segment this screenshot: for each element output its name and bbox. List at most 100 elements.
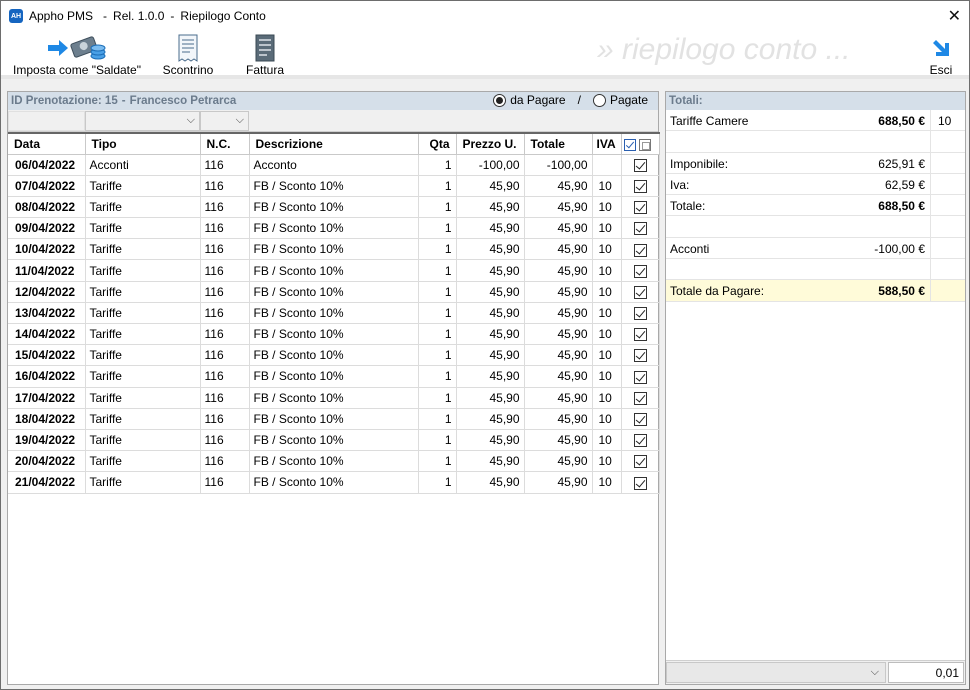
- table-row[interactable]: 12/04/2022 Tariffe 116 FB / Sconto 10% 1 45,9…: [8, 281, 660, 303]
- radio-pagate[interactable]: [592, 93, 606, 107]
- cell-tipo: Tariffe: [85, 450, 201, 473]
- cell-prezzo: 45,90: [456, 344, 525, 367]
- radio-da-pagare-label[interactable]: da Pagare: [510, 93, 565, 107]
- cell-qta: 1: [418, 323, 457, 346]
- radio-da-pagare[interactable]: [493, 93, 507, 107]
- col-prezzo[interactable]: Prezzo U.: [456, 132, 525, 155]
- row-checkbox[interactable]: [633, 285, 647, 299]
- title-bar: AH Appho PMS - Rel. 1.0.0 - Riepilogo Co…: [1, 1, 969, 31]
- fattura-button[interactable]: Fattura: [241, 31, 289, 79]
- row-checkbox[interactable]: [633, 158, 647, 172]
- cell-nc: 116: [200, 387, 250, 409]
- table-row[interactable]: 09/04/2022 Tariffe 116 FB / Sconto 10% 1 45,9…: [8, 217, 660, 240]
- table-row[interactable]: 08/04/2022 Tariffe 116 FB / Sconto 10% 1 45,9…: [8, 196, 660, 219]
- col-nc[interactable]: N.C.: [200, 132, 250, 155]
- cell-totale: 45,90: [524, 344, 593, 367]
- chevron-down-icon: ⌵: [186, 113, 195, 126]
- cell-select: [621, 408, 660, 430]
- cell-iva: 10: [592, 323, 622, 346]
- col-data[interactable]: Data: [8, 132, 86, 155]
- table-row[interactable]: 17/04/2022 Tariffe 116 FB / Sconto 10% 1 45,9…: [8, 387, 660, 409]
- cell-descrizione: FB / Sconto 10%: [249, 323, 419, 346]
- deselect-all-checkbox[interactable]: [638, 138, 651, 151]
- cell-select: [621, 302, 660, 325]
- select-all-checkbox[interactable]: [623, 138, 636, 151]
- table-row[interactable]: 11/04/2022 Tariffe 116 FB / Sconto 10% 1 45,9…: [8, 259, 660, 282]
- tariffe-iva: 10: [938, 114, 952, 128]
- iva-value: 62,59 €: [884, 177, 925, 192]
- table-row[interactable]: 16/04/2022 Tariffe 116 FB / Sconto 10% 1 45,9…: [8, 365, 660, 388]
- cell-qta: 1: [418, 196, 457, 219]
- cell-nc: 116: [200, 238, 250, 261]
- row-checkbox[interactable]: [633, 264, 647, 278]
- filter-tipo-dropdown[interactable]: ⌵: [85, 110, 200, 131]
- filter-data[interactable]: [8, 110, 85, 131]
- cell-totale: 45,90: [524, 281, 593, 303]
- footer-dropdown[interactable]: ⌵: [666, 662, 886, 683]
- cell-tipo: Tariffe: [85, 259, 201, 282]
- cell-qta: 1: [418, 365, 457, 388]
- table-row[interactable]: 21/04/2022 Tariffe 116 FB / Sconto 10% 1 45,9…: [8, 471, 660, 494]
- table-row[interactable]: 14/04/2022 Tariffe 116 FB / Sconto 10% 1 45,9…: [8, 323, 660, 346]
- cell-prezzo: 45,90: [456, 302, 525, 325]
- cell-totale: 45,90: [524, 217, 593, 240]
- cell-descrizione: FB / Sconto 10%: [249, 450, 419, 473]
- row-checkbox[interactable]: [633, 413, 647, 426]
- iva-label: Iva:: [670, 177, 690, 192]
- close-icon[interactable]: ✕: [948, 6, 961, 26]
- col-iva[interactable]: IVA: [592, 132, 622, 155]
- footer-value[interactable]: 0,01: [888, 662, 964, 683]
- row-checkbox[interactable]: [633, 222, 647, 236]
- empty-row: [666, 131, 965, 153]
- row-checkbox[interactable]: [633, 243, 647, 257]
- scontrino-button[interactable]: Scontrino: [159, 31, 217, 79]
- table-row[interactable]: 18/04/2022 Tariffe 116 FB / Sconto 10% 1 45,9…: [8, 408, 660, 430]
- cell-totale: 45,90: [524, 259, 593, 282]
- row-checkbox[interactable]: [633, 370, 647, 384]
- col-totale[interactable]: Totale: [524, 132, 593, 155]
- tariffe-row: Tariffe Camere 688,50 € 10: [666, 110, 965, 132]
- row-checkbox[interactable]: [633, 349, 647, 363]
- cell-select: [621, 238, 660, 261]
- table-row[interactable]: 13/04/2022 Tariffe 116 FB / Sconto 10% 1 45,9…: [8, 302, 660, 325]
- col-tipo[interactable]: Tipo: [85, 132, 201, 155]
- row-checkbox[interactable]: [633, 307, 647, 321]
- cell-select: [621, 281, 660, 303]
- table-row[interactable]: 15/04/2022 Tariffe 116 FB / Sconto 10% 1 45,9…: [8, 344, 660, 367]
- table-row[interactable]: 10/04/2022 Tariffe 116 FB / Sconto 10% 1 45,9…: [8, 238, 660, 261]
- saldate-button[interactable]: Imposta come "Saldate": [11, 31, 143, 79]
- esci-button[interactable]: Esci: [923, 31, 959, 79]
- cell-select: [621, 344, 660, 367]
- row-checkbox[interactable]: [633, 328, 647, 342]
- table-row[interactable]: 19/04/2022 Tariffe 116 FB / Sconto 10% 1 45,9…: [8, 429, 660, 452]
- table-row[interactable]: 06/04/2022 Acconti 116 Acconto 1 -100,00 -100,…: [8, 154, 660, 176]
- col-descrizione[interactable]: Descrizione: [249, 132, 419, 155]
- cell-qta: 1: [418, 429, 457, 452]
- esci-label: Esci: [929, 63, 953, 77]
- cell-tipo: Tariffe: [85, 471, 201, 494]
- cell-qta: 1: [418, 408, 457, 430]
- arrow-right-icon: [48, 40, 68, 56]
- row-checkbox[interactable]: [633, 476, 647, 490]
- cell-qta: 1: [418, 154, 457, 176]
- cell-totale: 45,90: [524, 450, 593, 473]
- cell-descrizione: Acconto: [249, 154, 419, 176]
- row-checkbox[interactable]: [633, 434, 647, 448]
- cell-totale: 45,90: [524, 387, 593, 409]
- col-qta[interactable]: Qta: [418, 132, 457, 155]
- cell-qta: 1: [418, 175, 457, 197]
- row-checkbox[interactable]: [633, 455, 647, 469]
- filter-nc-dropdown[interactable]: ⌵: [200, 110, 249, 131]
- table-row[interactable]: 20/04/2022 Tariffe 116 FB / Sconto 10% 1 45,9…: [8, 450, 660, 473]
- cell-data: 09/04/2022: [8, 217, 86, 240]
- cell-data: 07/04/2022: [8, 175, 86, 197]
- table-row[interactable]: 07/04/2022 Tariffe 116 FB / Sconto 10% 1 45,9…: [8, 175, 660, 197]
- cell-nc: 116: [200, 408, 250, 430]
- row-checkbox[interactable]: [633, 179, 647, 193]
- cell-nc: 116: [200, 450, 250, 473]
- row-checkbox[interactable]: [633, 201, 647, 215]
- cell-nc: 116: [200, 281, 250, 303]
- radio-pagate-label[interactable]: Pagate: [610, 93, 648, 107]
- row-checkbox[interactable]: [633, 391, 647, 405]
- cell-iva: 10: [592, 302, 622, 325]
